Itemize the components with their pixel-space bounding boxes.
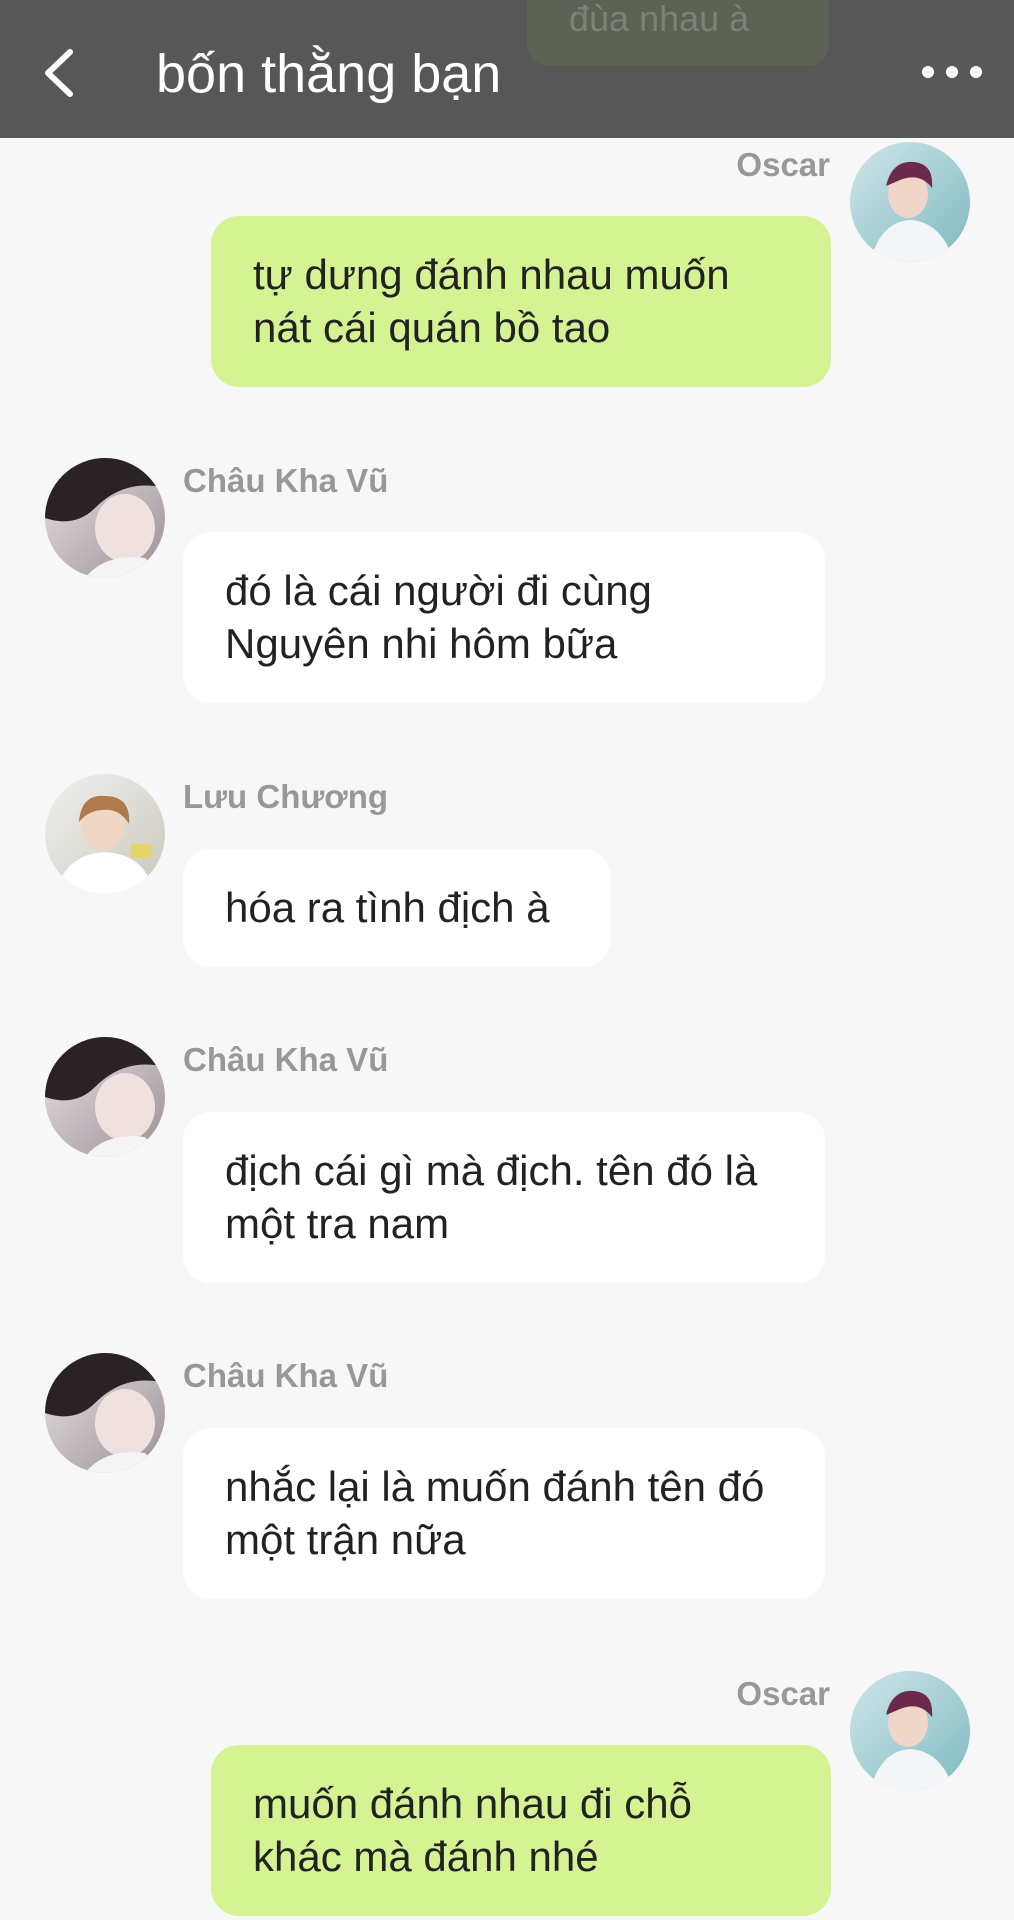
previous-message-peek-text: đùa nhau à (569, 0, 750, 39)
sender-name: Châu Kha Vũ (183, 1357, 389, 1394)
avatar-chau-kha-vu-image (45, 1353, 165, 1473)
avatar-chau-kha-vu-image (45, 458, 165, 578)
chevron-left-icon[interactable] (40, 48, 80, 98)
message-bubble-incoming[interactable]: địch cái gì mà địch. tên đó là một tra n… (183, 1112, 825, 1283)
avatar-chau-kha-vu[interactable] (45, 458, 165, 578)
message-bubble-incoming[interactable]: nhắc lại là muốn đánh tên đó một trận nữ… (183, 1428, 825, 1599)
chat-header: đùa nhau à bốn thằng bạn (0, 0, 1014, 138)
avatar-chau-kha-vu[interactable] (45, 1037, 165, 1157)
sender-name: Oscar (736, 1675, 830, 1712)
avatar-chau-kha-vu[interactable] (45, 1353, 165, 1473)
avatar-oscar-image (850, 1671, 970, 1791)
avatar-oscar[interactable] (850, 1671, 970, 1791)
message-bubble-incoming[interactable]: đó là cái người đi cùng Nguyên nhi hôm b… (183, 532, 825, 703)
sender-name: Châu Kha Vũ (183, 462, 389, 499)
avatar-oscar-image (850, 142, 970, 262)
message-bubble-outgoing[interactable]: tự dưng đánh nhau muốn nát cái quán bồ t… (211, 216, 831, 387)
more-horizontal-icon[interactable] (920, 60, 984, 84)
sender-name: Lưu Chương (183, 778, 389, 815)
avatar-chau-kha-vu-image (45, 1037, 165, 1157)
sender-name: Châu Kha Vũ (183, 1041, 389, 1078)
previous-message-peek: đùa nhau à (527, 0, 829, 66)
chat-title: bốn thằng bạn (156, 44, 502, 104)
sender-name: Oscar (736, 146, 830, 183)
avatar-oscar[interactable] (850, 142, 970, 262)
avatar-luu-chuong[interactable] (45, 774, 165, 894)
avatar-luu-chuong-image (45, 774, 165, 894)
message-bubble-outgoing[interactable]: muốn đánh nhau đi chỗ khác mà đánh nhé (211, 1745, 831, 1916)
message-bubble-incoming[interactable]: hóa ra tình địch à (183, 849, 611, 967)
